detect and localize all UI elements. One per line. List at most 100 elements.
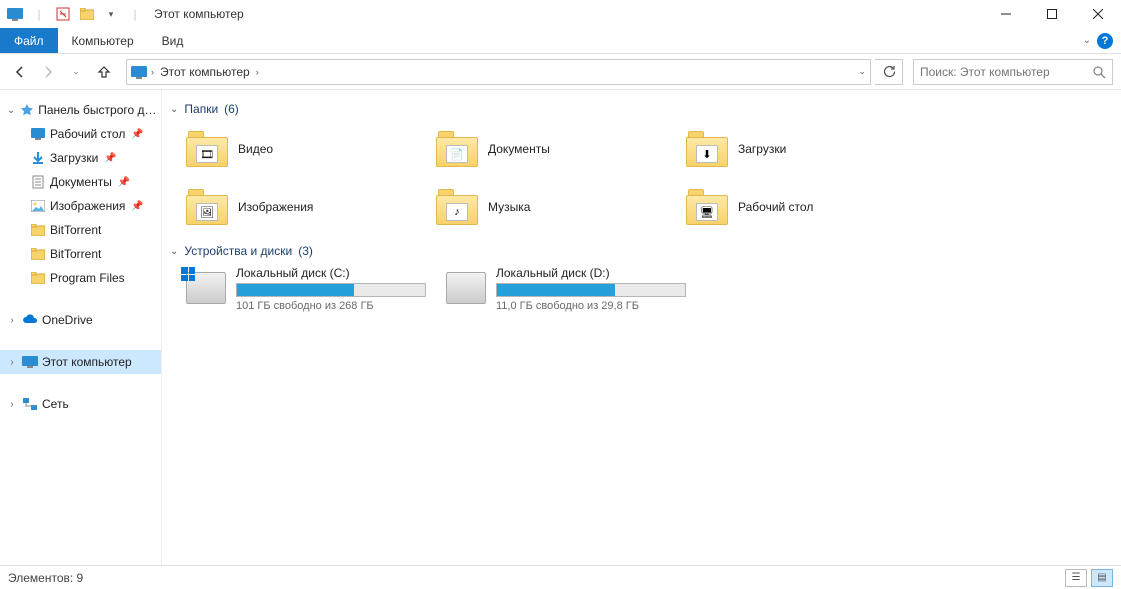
qat-dropdown-icon[interactable]: ▾: [100, 3, 122, 25]
group-folders-header[interactable]: ⌄ Папки (6): [170, 102, 1113, 116]
address-dropdown[interactable]: ⌄: [858, 66, 866, 77]
folder-item[interactable]: 🎞Видео: [186, 124, 436, 174]
minimize-button[interactable]: [983, 0, 1029, 28]
new-folder-icon[interactable]: [76, 3, 98, 25]
titlebar: | ▾ | Этот компьютер: [0, 0, 1121, 28]
drives-grid: Локальный диск (C:) 101 ГБ свободно из 26…: [170, 266, 1113, 312]
search-icon[interactable]: [1092, 65, 1106, 79]
folder-icon: 🖼: [186, 189, 228, 225]
window-controls: [983, 0, 1121, 28]
drive-usage-bar: [496, 283, 686, 297]
network-icon: [22, 396, 38, 412]
sidebar-item[interactable]: BitTorrent: [0, 218, 161, 242]
sidebar-this-pc[interactable]: › Этот компьютер: [0, 350, 161, 374]
drive-name: Локальный диск (C:): [236, 266, 426, 280]
tiles-view-button[interactable]: ▤: [1091, 569, 1113, 587]
folder-icon: ♪: [436, 189, 478, 225]
tab-view[interactable]: Вид: [148, 28, 198, 53]
folder-label: Документы: [488, 142, 550, 156]
view-switcher: ☰ ▤: [1065, 569, 1113, 587]
sidebar-item[interactable]: BitTorrent: [0, 242, 161, 266]
chevron-right-icon[interactable]: ›: [6, 357, 18, 368]
drive-item[interactable]: Локальный диск (C:) 101 ГБ свободно из 26…: [186, 266, 426, 312]
folder-label: Изображения: [238, 200, 313, 214]
windows-badge-icon: [181, 267, 195, 281]
back-button[interactable]: [8, 60, 32, 84]
close-button[interactable]: [1075, 0, 1121, 28]
sidebar-item[interactable]: Документы📌: [0, 170, 161, 194]
up-button[interactable]: [92, 60, 116, 84]
sidebar-item-label: Этот компьютер: [42, 355, 132, 369]
sidebar-item-label: Панель быстрого доступа: [38, 103, 161, 117]
folder-label: Рабочий стол: [738, 200, 813, 214]
star-icon: [20, 102, 34, 118]
pin-icon: 📌: [104, 153, 116, 164]
folder-icon: [30, 222, 46, 238]
status-text: Элементов: 9: [8, 571, 83, 585]
sidebar-item-label: Сеть: [42, 397, 69, 411]
chevron-down-icon[interactable]: ⌄: [6, 105, 16, 116]
drive-item[interactable]: Локальный диск (D:)11,0 ГБ свободно из 2…: [446, 266, 686, 312]
properties-icon[interactable]: [52, 3, 74, 25]
sidebar-item-label: BitTorrent: [50, 247, 101, 261]
sidebar-item-label: Документы: [50, 175, 112, 189]
refresh-button[interactable]: [875, 59, 903, 85]
search-input[interactable]: [920, 65, 1092, 79]
folders-grid: 🎞Видео📄 Документы ⬇ Загрузки 🖼 Изображения ♪ Му…: [170, 124, 1113, 240]
file-tab[interactable]: Файл: [0, 28, 58, 53]
chevron-right-icon[interactable]: ›: [151, 67, 154, 77]
folder-item[interactable]: 🖥 Рабочий стол: [686, 182, 936, 232]
chevron-right-icon[interactable]: ›: [6, 399, 18, 410]
group-drives-header[interactable]: ⌄ Устройства и диски (3): [170, 244, 1113, 258]
sidebar-onedrive[interactable]: › OneDrive: [0, 308, 161, 332]
address-bar[interactable]: › Этот компьютер › ⌄: [126, 59, 871, 85]
folder-icon: [30, 270, 46, 286]
forward-button[interactable]: [36, 60, 60, 84]
this-pc-icon: [131, 65, 147, 79]
details-view-button[interactable]: ☰: [1065, 569, 1087, 587]
sidebar: ⌄ Панель быстрого доступа Рабочий стол📌З…: [0, 90, 162, 565]
pin-icon: 📌: [131, 129, 143, 140]
drive-free-text: 101 ГБ свободно из 268 ГБ: [236, 300, 426, 312]
ribbon-tabs: Файл Компьютер Вид ⌄ ?: [0, 28, 1121, 54]
sidebar-item[interactable]: Program Files: [0, 266, 161, 290]
folder-label: Видео: [238, 142, 273, 156]
folder-item[interactable]: 📄 Документы: [436, 124, 686, 174]
desktop-icon: [30, 126, 46, 142]
folder-item[interactable]: ♪ Музыка: [436, 182, 686, 232]
sidebar-item-label: Изображения: [50, 199, 125, 213]
folder-item[interactable]: 🖼 Изображения: [186, 182, 436, 232]
navbar: ⌄ › Этот компьютер › ⌄: [0, 54, 1121, 90]
search-box[interactable]: [913, 59, 1113, 85]
sidebar-quick-access[interactable]: ⌄ Панель быстрого доступа: [0, 98, 161, 122]
quick-access-toolbar: | ▾ |: [4, 3, 146, 25]
folder-label: Музыка: [488, 200, 530, 214]
drive-name: Локальный диск (D:): [496, 266, 686, 280]
qat-separator: |: [124, 3, 146, 25]
folder-item[interactable]: ⬇ Загрузки: [686, 124, 936, 174]
pictures-icon: [30, 198, 46, 214]
recent-dropdown-icon[interactable]: ⌄: [64, 60, 88, 84]
chevron-down-icon[interactable]: ⌄: [170, 246, 178, 257]
window-title: Этот компьютер: [154, 7, 244, 21]
sidebar-item[interactable]: Загрузки📌: [0, 146, 161, 170]
chevron-right-icon[interactable]: ›: [6, 315, 18, 326]
folder-icon: [30, 246, 46, 262]
breadcrumb-this-pc[interactable]: Этот компьютер: [158, 65, 252, 79]
qat-separator: |: [28, 3, 50, 25]
folder-label: Загрузки: [738, 142, 786, 156]
help-icon[interactable]: ?: [1097, 33, 1113, 49]
folder-icon: 🖥: [686, 189, 728, 225]
sidebar-network[interactable]: › Сеть: [0, 392, 161, 416]
tab-computer[interactable]: Компьютер: [58, 28, 148, 53]
drive-icon: [186, 272, 226, 304]
folder-icon: 📄: [436, 131, 478, 167]
sidebar-item[interactable]: Рабочий стол📌: [0, 122, 161, 146]
chevron-down-icon[interactable]: ⌄: [170, 104, 178, 115]
maximize-button[interactable]: [1029, 0, 1075, 28]
chevron-right-icon[interactable]: ›: [256, 67, 259, 77]
sidebar-item[interactable]: Изображения📌: [0, 194, 161, 218]
app-icon[interactable]: [4, 3, 26, 25]
folder-icon: ⬇: [686, 131, 728, 167]
ribbon-collapse-icon[interactable]: ⌄: [1083, 35, 1091, 46]
